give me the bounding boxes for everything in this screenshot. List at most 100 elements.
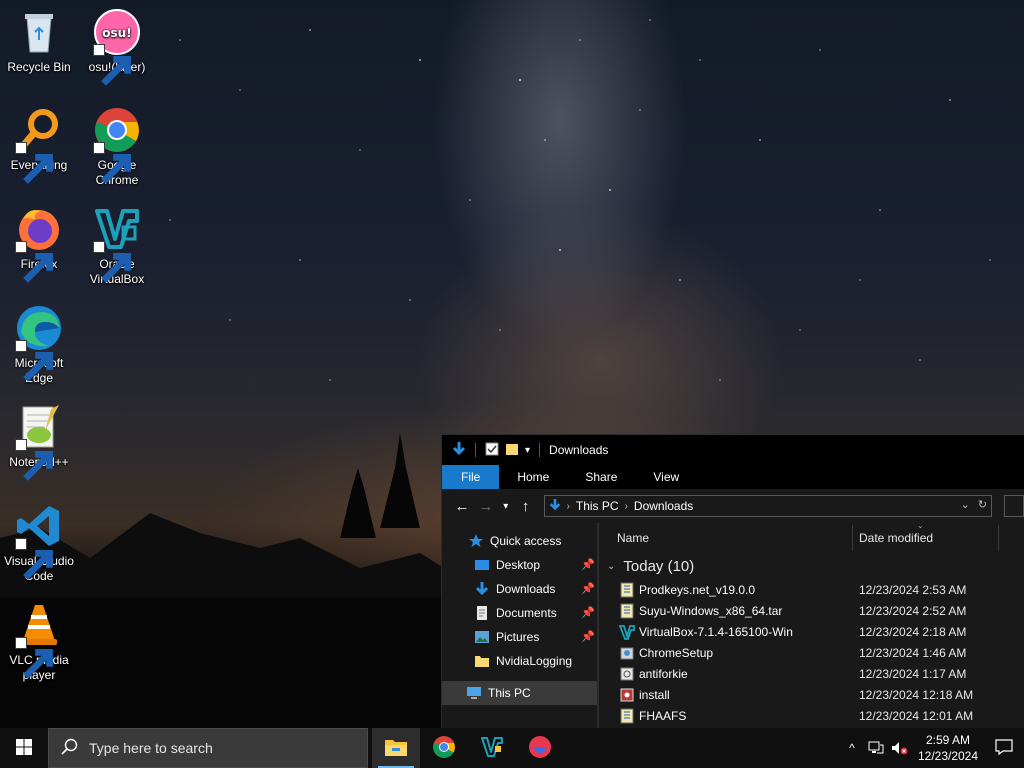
nav-item-downloads[interactable]: Downloads 📌 — [442, 577, 599, 601]
file-name: Suyu-Windows_x86_64.tar — [639, 603, 783, 618]
clock-date: 12/23/2024 — [917, 749, 979, 763]
column-header-name[interactable]: Name — [599, 525, 853, 551]
network-icon[interactable] — [864, 728, 888, 768]
column-header-date-modified[interactable]: ⌄ Date modified — [853, 521, 999, 551]
virtualbox-icon — [480, 735, 504, 762]
volume-muted-icon[interactable] — [888, 728, 912, 768]
tab-view[interactable]: View — [635, 465, 697, 489]
tab-home[interactable]: Home — [499, 465, 567, 489]
recent-locations-button[interactable]: ▾ — [498, 494, 514, 518]
file-name: install — [639, 687, 670, 702]
nav-this-pc[interactable]: This PC — [442, 681, 599, 705]
downloads-arrow-icon — [549, 498, 561, 515]
tab-share[interactable]: Share — [567, 465, 635, 489]
sort-chevron-icon: ⌄ — [917, 521, 924, 530]
group-label: Today (10) — [623, 557, 695, 575]
desktop-icon-edge[interactable]: Microsoft Edge — [0, 304, 78, 386]
breadcrumb-this-pc[interactable]: This PC — [576, 499, 619, 513]
clock-time: 2:59 AM — [925, 733, 971, 747]
nav-label: NvidiaLogging — [496, 654, 573, 668]
taskbar-clock[interactable]: 2:59 AM 12/23/2024 — [912, 732, 984, 764]
address-bar[interactable]: › This PC › Downloads ⌄ ↻ — [543, 495, 993, 517]
ribbon-tabs: File Home Share View — [442, 465, 1024, 489]
downloads-arrow-icon — [474, 581, 490, 597]
file-row[interactable]: ChromeSetup 12/23/2024 1:46 AM — [599, 642, 1024, 663]
windows-logo-icon — [16, 738, 32, 758]
file-icon — [619, 666, 635, 682]
notification-icon — [995, 738, 1013, 758]
forward-button[interactable]: → — [474, 494, 498, 518]
shortcut-arrow-icon — [15, 439, 53, 481]
window-title: Downloads — [549, 443, 609, 457]
nav-item-documents[interactable]: Documents 📌 — [442, 601, 599, 625]
star-icon — [468, 533, 484, 549]
nav-label: Desktop — [496, 558, 541, 572]
chevron-down-icon: ⌄ — [607, 560, 616, 572]
osu-badge-text: osu! — [102, 26, 131, 40]
new-folder-icon[interactable] — [505, 442, 519, 459]
file-row[interactable]: VirtualBox-7.1.4-165100-Win 12/23/2024 2… — [599, 621, 1024, 642]
shortcut-arrow-icon — [15, 538, 53, 580]
taskbar-osu[interactable] — [516, 728, 564, 768]
nav-item-desktop[interactable]: Desktop 📌 — [442, 553, 599, 577]
customize-quick-access-icon[interactable]: ▾ — [525, 445, 530, 456]
up-button[interactable]: ↑ — [514, 494, 538, 518]
taskbar-virtualbox[interactable] — [468, 728, 516, 768]
shortcut-arrow-icon — [15, 142, 53, 184]
desktop-icon-virtualbox[interactable]: Oracle VirtualBox — [78, 205, 156, 287]
taskbar: Type here to search ^ 2:59 AM 12/23/2024 — [0, 728, 1024, 768]
setup-icon — [619, 645, 635, 661]
archive-icon — [619, 603, 635, 619]
start-button[interactable] — [0, 728, 48, 768]
file-date: 12/23/2024 2:52 AM — [859, 603, 967, 618]
title-bar[interactable]: ▾ Downloads — [442, 435, 1024, 465]
desktop-icon-vscode[interactable]: Visual Studio Code — [0, 502, 78, 584]
file-row[interactable]: antiforkie 12/23/2024 1:17 AM — [599, 663, 1024, 684]
search-placeholder: Type here to search — [89, 740, 213, 756]
file-list: Name ⌄ Date modified ⌄ Today (10) Prodke… — [599, 521, 1024, 728]
documents-icon — [474, 605, 490, 621]
taskbar-chrome[interactable] — [420, 728, 468, 768]
desktop-icon-everything[interactable]: Everything — [0, 106, 78, 184]
file-date: 12/23/2024 2:53 AM — [859, 582, 967, 597]
desktop-icon-firefox[interactable]: Firefox — [0, 205, 78, 283]
desktop-icon-vlc[interactable]: VLC media player — [0, 601, 78, 683]
firefox-icon — [15, 205, 63, 283]
file-explorer-window[interactable]: ▾ Downloads File Home Share View ← → ▾ ↑… — [441, 434, 1024, 728]
breadcrumb-downloads[interactable]: Downloads — [634, 499, 693, 513]
desktop-icon-notepadpp[interactable]: Notepad++ — [0, 403, 78, 481]
tab-file[interactable]: File — [442, 465, 500, 489]
chrome-icon — [93, 106, 141, 184]
properties-icon[interactable] — [485, 442, 499, 459]
search-downloads-input[interactable] — [1004, 495, 1024, 517]
column-headers: Name ⌄ Date modified — [599, 521, 1024, 553]
virtualbox-installer-icon — [618, 624, 635, 640]
back-button[interactable]: ← — [450, 494, 474, 518]
taskbar-search-box[interactable]: Type here to search — [48, 728, 368, 768]
downloads-arrow-icon — [452, 441, 466, 460]
navigation-bar: ← → ▾ ↑ › This PC › Downloads ⌄ ↻ — [442, 489, 1024, 523]
file-row[interactable]: Suyu-Windows_x86_64.tar 12/23/2024 2:52 … — [599, 600, 1024, 621]
file-name: Prodkeys.net_v19.0.0 — [639, 582, 756, 597]
nav-label: This PC — [488, 686, 531, 700]
desktop-icon-osu[interactable]: osu! osu!(lazer) — [78, 8, 156, 86]
show-hidden-icons-button[interactable]: ^ — [840, 728, 864, 768]
action-center-button[interactable] — [984, 728, 1024, 768]
desktop-icon-chrome[interactable]: Google Chrome — [78, 106, 156, 188]
chrome-icon — [432, 735, 456, 762]
refresh-icon[interactable]: ↻ — [978, 498, 987, 511]
pin-icon: 📌 — [581, 631, 595, 643]
file-row[interactable]: Prodkeys.net_v19.0.0 12/23/2024 2:53 AM — [599, 579, 1024, 600]
nav-quick-access[interactable]: Quick access — [442, 529, 599, 553]
file-row[interactable]: install 12/23/2024 12:18 AM — [599, 684, 1024, 705]
chevron-down-icon[interactable]: ⌄ — [961, 498, 970, 511]
file-row[interactable]: FHAAFS 12/23/2024 12:01 AM — [599, 705, 1024, 726]
taskbar-file-explorer[interactable] — [372, 728, 420, 768]
file-name: VirtualBox-7.1.4-165100-Win — [639, 624, 793, 639]
desktop-icon-recycle-bin[interactable]: Recycle Bin — [0, 8, 78, 75]
group-header-today[interactable]: ⌄ Today (10) — [599, 553, 1024, 579]
osu-icon — [528, 735, 552, 762]
file-name: antiforkie — [639, 666, 688, 681]
nav-item-pictures[interactable]: Pictures 📌 — [442, 625, 599, 649]
nav-item-nvidialogging[interactable]: NvidiaLogging — [442, 649, 599, 673]
